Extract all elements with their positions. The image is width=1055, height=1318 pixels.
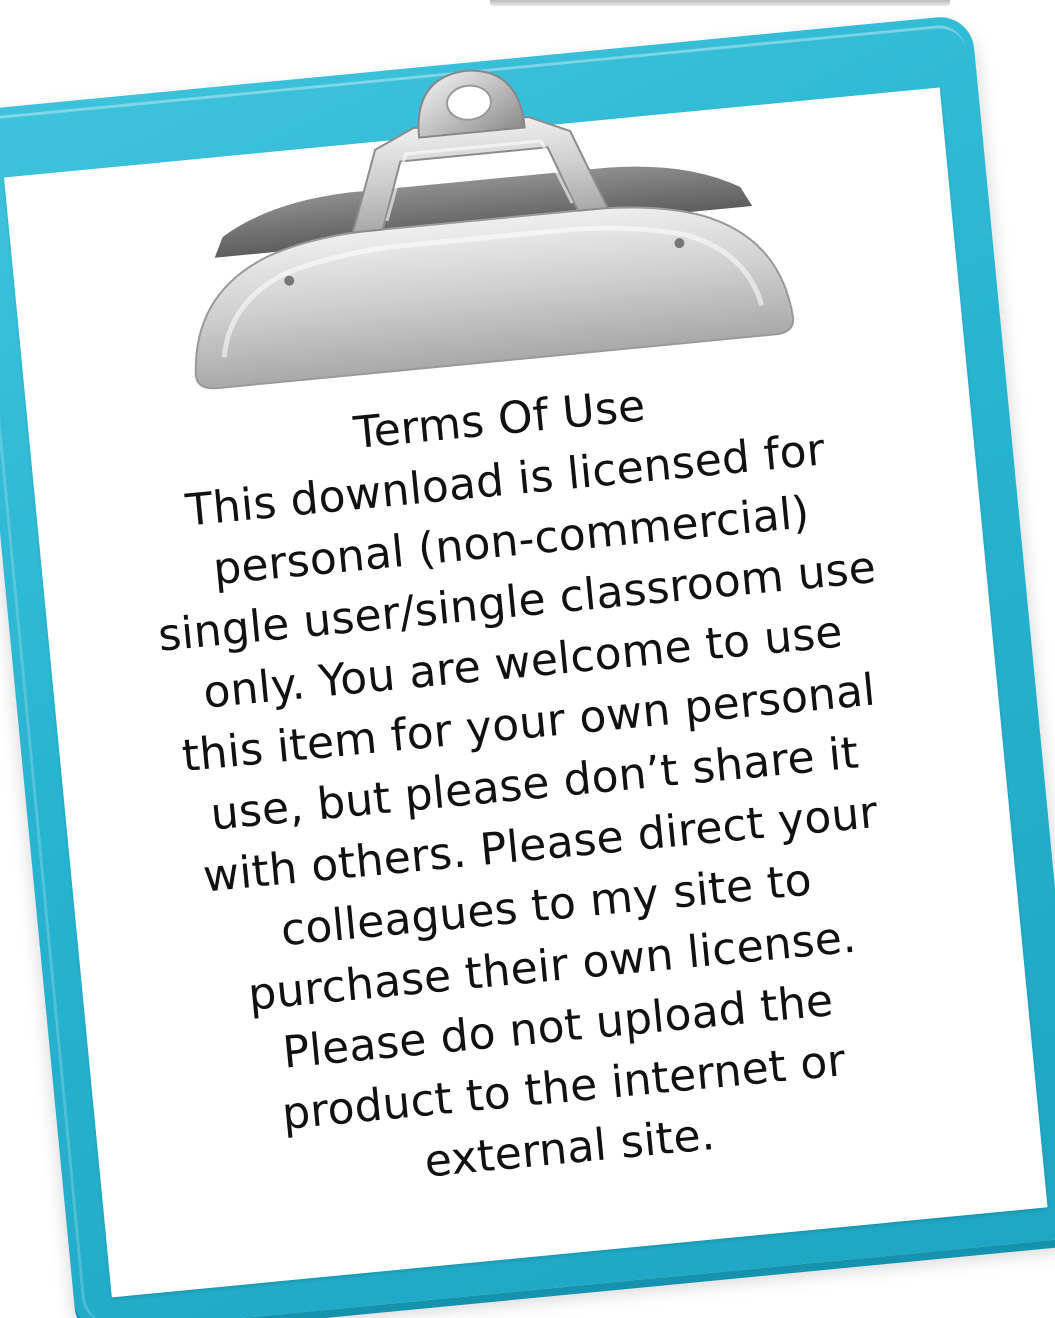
clipboard: Terms Of Use This download is licensed f… — [0, 14, 1055, 1318]
top-edge-strip — [490, 0, 950, 6]
terms-of-use-graphic: Terms Of Use This download is licensed f… — [0, 0, 1055, 1318]
terms-text: Terms Of Use This download is licensed f… — [69, 348, 1001, 1220]
